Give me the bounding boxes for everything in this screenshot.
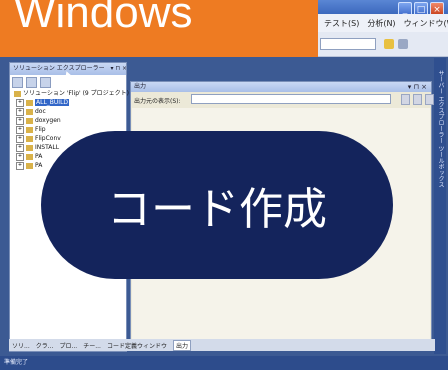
tree-item[interactable]: + doc — [12, 107, 129, 116]
expand-icon[interactable]: + — [16, 161, 24, 170]
status-bar: 準備完了 — [0, 356, 448, 370]
project-icon — [26, 117, 33, 124]
menu-item-analyze[interactable]: 分析(N) — [367, 18, 395, 29]
project-icon — [26, 162, 33, 169]
panel-close-icon[interactable]: ▾ ⊓ × — [408, 82, 427, 92]
tab-output[interactable]: 出力 — [172, 339, 191, 351]
solution-icon — [14, 90, 21, 97]
options-icon[interactable] — [398, 39, 408, 49]
tree-item[interactable]: + ALL_BUILD — [12, 98, 129, 107]
solution-platform-dropdown[interactable] — [320, 38, 376, 50]
show-all-files-icon[interactable] — [26, 77, 37, 88]
expand-icon[interactable]: + — [16, 107, 24, 116]
menu-item-window[interactable]: ウィンドウ(W) — [404, 18, 448, 29]
status-text: 準備完了 — [4, 359, 29, 366]
expand-icon[interactable]: + — [16, 116, 24, 125]
bottom-tab-strip: ソリ... クラ... プロ... チー... コード定義ウィンドウ 出力 — [9, 339, 435, 351]
project-icon — [26, 135, 33, 142]
project-icon — [26, 153, 33, 160]
tab-class-view[interactable]: クラ... — [36, 341, 54, 350]
banner-text: Windows — [14, 0, 193, 37]
go-to-line-icon[interactable] — [401, 94, 410, 105]
tab-property[interactable]: プロ... — [59, 341, 77, 350]
tab-team[interactable]: チー... — [83, 341, 101, 350]
clear-all-icon[interactable] — [425, 94, 434, 105]
expand-icon[interactable]: + — [16, 152, 24, 161]
expand-icon[interactable]: + — [16, 98, 24, 107]
project-icon — [26, 144, 33, 151]
tree-item-solution[interactable]: ソリューション 'Flip' (9 プロジェクト) — [12, 89, 129, 98]
solution-explorer-title: ソリューション エクスプローラー — [13, 65, 105, 72]
side-strip-labels[interactable]: サーバー エクスプローラー ツールボックス — [436, 70, 445, 188]
project-icon — [26, 108, 33, 115]
project-icon — [26, 99, 33, 106]
expand-icon[interactable]: + — [16, 134, 24, 143]
expand-icon[interactable]: + — [16, 125, 24, 134]
expand-icon[interactable]: + — [16, 143, 24, 152]
find-icon[interactable] — [384, 39, 394, 49]
properties-icon[interactable] — [12, 77, 23, 88]
output-source-label: 出力元の表示(S): — [134, 98, 181, 105]
find-message-icon[interactable] — [413, 94, 422, 105]
output-title: 出力 — [134, 83, 147, 90]
refresh-icon[interactable] — [40, 77, 51, 88]
caption-text: コード作成 — [107, 184, 327, 235]
menu-item-test[interactable]: テスト(S) — [324, 18, 359, 29]
tab-solution-explorer[interactable]: ソリ... — [12, 341, 30, 350]
output-source-dropdown[interactable] — [191, 94, 391, 104]
tree-item[interactable]: + doxygen — [12, 116, 129, 125]
project-icon — [26, 126, 33, 133]
output-header: 出力 ▾ ⊓ × — [131, 82, 431, 92]
tab-code-definition[interactable]: コード定義ウィンドウ — [107, 341, 167, 350]
panel-pin-icon[interactable]: ▾ ⊓ × — [111, 65, 126, 72]
